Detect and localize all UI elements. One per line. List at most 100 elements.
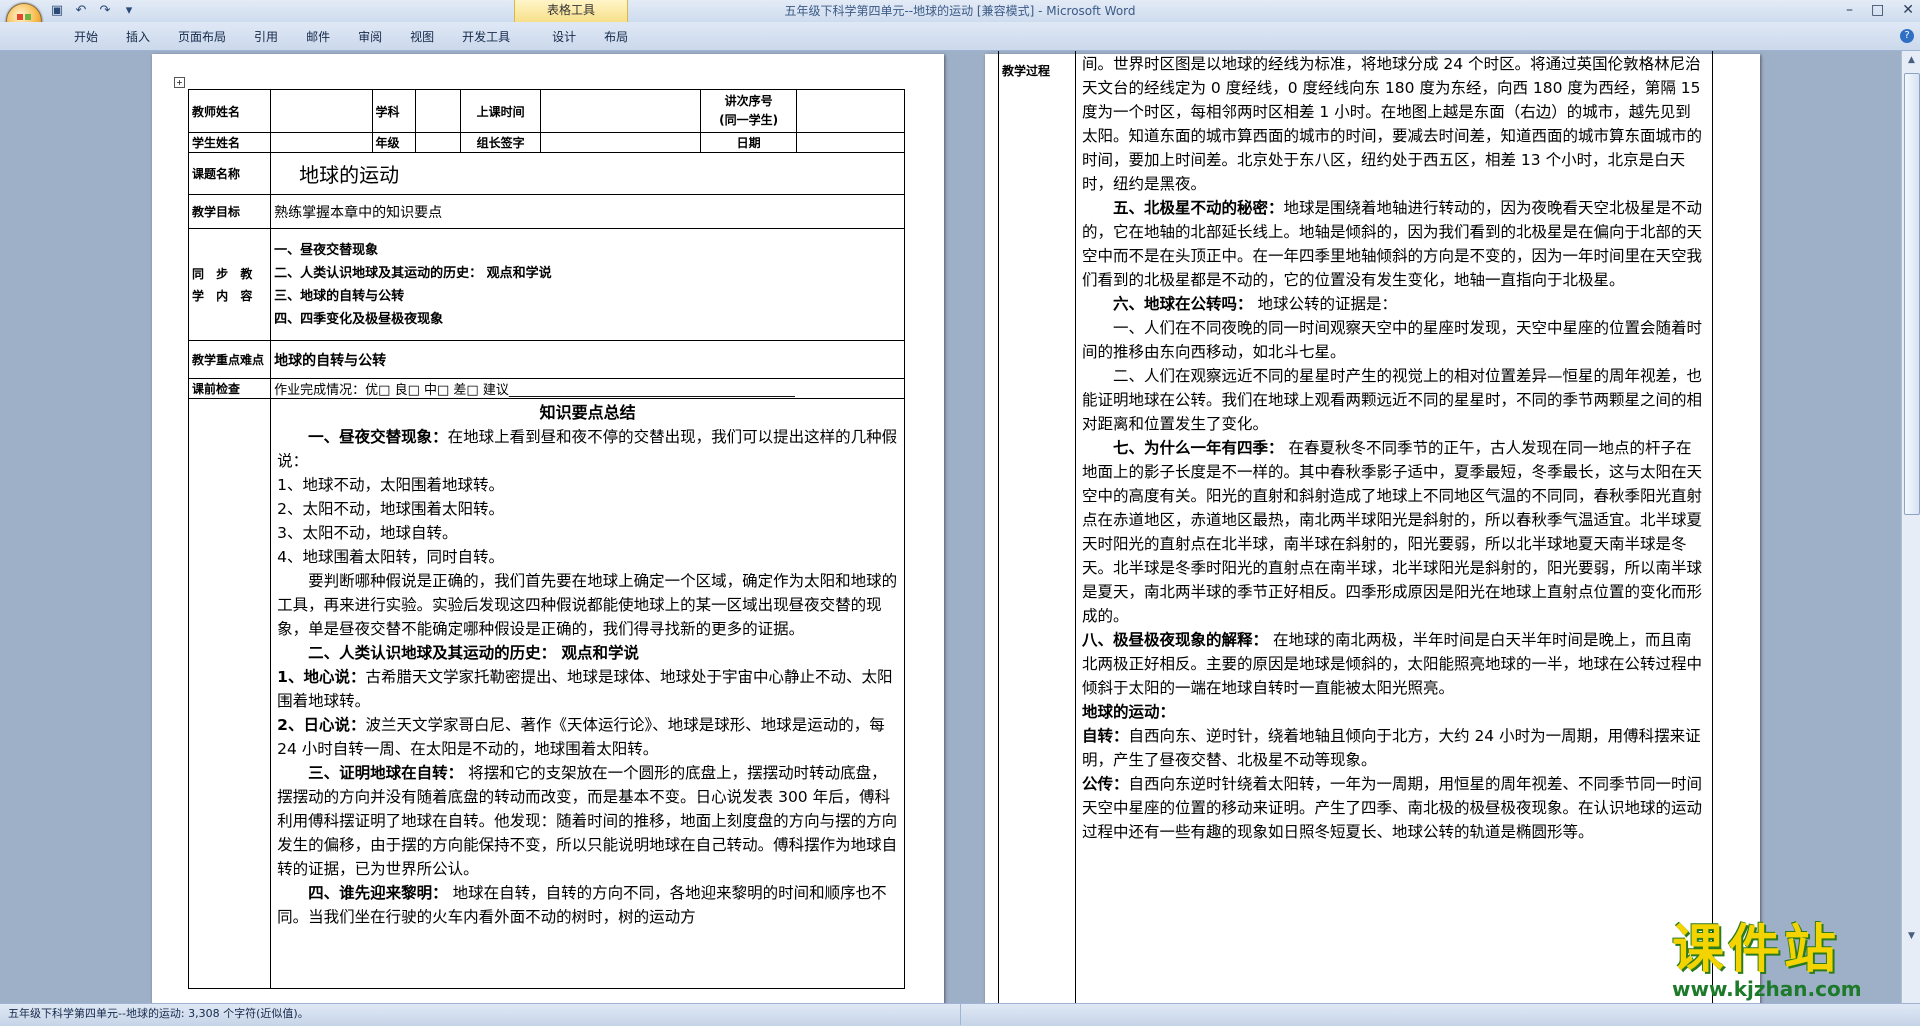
- tab-developer[interactable]: 开发工具: [448, 28, 524, 46]
- paragraph-heading: 公传：: [1082, 775, 1129, 793]
- grade-label: 年级: [371, 132, 417, 153]
- word-count[interactable]: 五年级下科学第四单元--地球的运动: 3,308 个字符(近似值)。: [8, 1007, 309, 1020]
- paragraph: 1、地心说：古希腊天文学家托勒密提出、地球是球体、地球处于宇宙中心静止不动、太阳…: [277, 665, 898, 713]
- knowledge-summary[interactable]: 知识要点总结 一、昼夜交替现象：在地球上看到昼和夜不停的交替出现，我们可以提出这…: [270, 398, 905, 989]
- title-bar: 五年级下科学第四单元--地球的运动 [兼容模式] - Microsoft Wor…: [0, 0, 1920, 22]
- paragraph: 2、日心说：波兰天文学家哥白尼、著作《天体运行论》、地球是球形、地球是运动的，每…: [277, 713, 898, 761]
- date-cell[interactable]: [796, 132, 905, 153]
- summary-body: 一、昼夜交替现象：在地球上看到昼和夜不停的交替出现，我们可以提出这样的几种假说：…: [277, 425, 898, 929]
- process-content[interactable]: 间。世界时区图是以地球的经线为标准，将地球分成 24 个时区。将通过英国伦敦格林…: [1075, 51, 1713, 1003]
- scroll-up-icon[interactable]: ▲: [1905, 55, 1918, 67]
- watermark-url: www.kjzhan.com: [1672, 977, 1862, 1001]
- sync-content[interactable]: 一、昼夜交替现象 二、人类认识地球及其运动的历史： 观点和学说 三、地球的自转与…: [270, 228, 905, 341]
- context-tab-group: 表格工具: [514, 0, 628, 22]
- document-workspace: + 教师姓名 学科 上课时间 讲次序号 (同一学生) 学生姓名 年级 组长签字 日…: [0, 51, 1920, 1003]
- tab-references[interactable]: 引用: [240, 28, 292, 46]
- paragraph: 地球的运动：: [1082, 700, 1706, 724]
- scroll-thumb[interactable]: [1904, 73, 1920, 515]
- process-body: 间。世界时区图是以地球的经线为标准，将地球分成 24 个时区。将通过英国伦敦格林…: [1082, 52, 1706, 844]
- paragraph-heading: 2、日心说：: [277, 716, 366, 734]
- paragraph: 七、为什么一年有四季： 在春夏秋冬不同季节的正午，古人发现在同一地点的杆子在地面…: [1082, 436, 1706, 628]
- teacher-cell[interactable]: [270, 89, 373, 133]
- left-margin-cell: [187, 398, 272, 989]
- goal-value[interactable]: 熟练掌握本章中的知识要点: [270, 194, 905, 229]
- paragraph: 要判断哪种假说是正确的，我们首先要在地球上确定一个区域，确定作为太阳和地球的工具…: [277, 569, 898, 641]
- paragraph-text: 4、地球围着太阳转，同时自转。: [277, 548, 505, 566]
- tab-home[interactable]: 开始: [60, 28, 112, 46]
- paragraph-heading: 三、证明地球在自转：: [308, 764, 464, 782]
- precheck-value[interactable]: 作业完成情况：优□ 良□ 中□ 差□ 建议___________________…: [270, 378, 905, 399]
- tab-mailings[interactable]: 邮件: [292, 28, 344, 46]
- lecture-no-text: 讲次序号: [724, 94, 773, 108]
- paragraph-heading: 地球的运动：: [1082, 703, 1176, 721]
- ribbon-tabs: 开始 插入 页面布局 引用 邮件 审阅 视图 开发工具 设计 布局: [60, 28, 642, 46]
- paragraph: 1、地球不动，太阳围着地球转。: [277, 473, 898, 497]
- paragraph: 一、人们在不同夜晚的同一时间观察天空中的星座时发现，天空中星座的位置会随着时间的…: [1082, 316, 1706, 364]
- tab-view[interactable]: 视图: [396, 28, 448, 46]
- goal-label: 教学目标: [187, 194, 272, 229]
- paragraph-heading: 1、地心说：: [277, 668, 366, 686]
- scroll-down-icon[interactable]: ▼: [1905, 931, 1918, 943]
- quick-access-toolbar: ▣ ↶ ↷ ▾: [48, 3, 138, 19]
- sync-item: 四、四季变化及极昼极夜现象: [274, 311, 444, 327]
- paragraph-text: 在春夏秋冬不同季节的正午，古人发现在同一地点的杆子在地面上的影子长度是不一样的。…: [1082, 439, 1703, 625]
- paragraph-text: 3、太阳不动，地球自转。: [277, 524, 458, 542]
- precheck-label: 课前检查: [187, 378, 272, 399]
- key-label: 教学重点难点: [187, 340, 272, 379]
- paragraph-text: 二、人们在观察远近不同的星星时产生的视觉上的相对位置差异—恒星的周年视差，也能证…: [1082, 367, 1703, 433]
- process-label: 教学过程: [998, 51, 1076, 1003]
- paragraph-heading: 四、谁先迎来黎明：: [308, 884, 448, 902]
- help-icon[interactable]: ?: [1900, 29, 1914, 43]
- tab-page-layout[interactable]: 页面布局: [164, 28, 240, 46]
- key-value[interactable]: 地球的自转与公转: [270, 340, 905, 379]
- student-cell[interactable]: [270, 132, 373, 153]
- lecture-no-label: 讲次序号 (同一学生): [700, 89, 798, 133]
- maximize-icon[interactable]: □: [1871, 2, 1884, 18]
- vertical-scrollbar[interactable]: ▲ ▼: [1901, 51, 1920, 1003]
- sync-item: 二、人类认识地球及其运动的历史： 观点和学说: [274, 265, 552, 281]
- paragraph-text: 自西向东、逆时针，绕着地轴且倾向于北方，大约 24 小时为一周期，用傅科摆来证明…: [1082, 727, 1701, 769]
- subject-cell[interactable]: [415, 89, 462, 133]
- sync-item: 三、地球的自转与公转: [274, 288, 405, 304]
- leader-sign-cell[interactable]: [540, 132, 702, 153]
- tab-review[interactable]: 审阅: [344, 28, 396, 46]
- topic-label: 课题名称: [187, 152, 272, 195]
- paragraph: 二、人类认识地球及其运动的历史： 观点和学说: [277, 641, 898, 665]
- minimize-icon[interactable]: –: [1846, 2, 1853, 18]
- table-move-handle-icon[interactable]: +: [174, 77, 185, 88]
- topic-value[interactable]: 地球的运动: [270, 152, 905, 195]
- lecture-no-cell[interactable]: [796, 89, 905, 133]
- class-time-cell[interactable]: [540, 89, 702, 133]
- grade-cell[interactable]: [415, 132, 462, 153]
- undo-icon[interactable]: ↶: [72, 3, 90, 19]
- paragraph-heading: 八、极昼极夜现象的解释：: [1082, 631, 1269, 649]
- subject-label: 学科: [371, 89, 417, 133]
- watermark-cn: 课件站: [1672, 920, 1841, 980]
- watermark-logo: 课件站 www.kjzhan.com: [1672, 922, 1902, 1002]
- process-table: 教学过程 间。世界时区图是以地球的经线为标准，将地球分成 24 个时区。将通过英…: [998, 51, 1713, 1003]
- paragraph-text: 要判断哪种假说是正确的，我们首先要在地球上确定一个区域，确定作为太阳和地球的工具…: [277, 572, 898, 638]
- tab-design[interactable]: 设计: [538, 28, 590, 46]
- ribbon: 开始 插入 页面布局 引用 邮件 审阅 视图 开发工具 设计 布局 ?: [0, 22, 1920, 51]
- teacher-label: 教师姓名: [187, 89, 272, 133]
- paragraph-text: 2、太阳不动，地球围着太阳转。: [277, 500, 505, 518]
- paragraph-heading: 六、地球在公转吗：: [1113, 295, 1253, 313]
- leader-sign-label: 组长签字: [460, 132, 542, 153]
- paragraph-text: 自西向东逆时针绕着太阳转，一年为一周期，用恒星的周年视差、不同季节同一时间天空中…: [1082, 775, 1703, 841]
- class-time-label: 上课时间: [460, 89, 542, 133]
- paragraph-text: 古希腊天文学家托勒密提出、地球是球体、地球处于宇宙中心静止不动、太阳围着地球转。: [277, 668, 893, 710]
- close-icon[interactable]: ✕: [1902, 2, 1914, 18]
- tab-layout[interactable]: 布局: [590, 28, 642, 46]
- paragraph-text: 地球公转的证据是：: [1252, 295, 1397, 313]
- paragraph-heading: 五、北极星不动的秘密：: [1113, 199, 1284, 217]
- paragraph-heading: 七、为什么一年有四季：: [1113, 439, 1284, 457]
- customize-icon[interactable]: ▾: [120, 3, 138, 19]
- save-icon[interactable]: ▣: [48, 3, 66, 19]
- student-label: 学生姓名: [187, 132, 272, 153]
- paragraph: 五、北极星不动的秘密：地球是围绕着地轴进行转动的，因为夜晚看天空北极星是不动的，…: [1082, 196, 1706, 292]
- paragraph-text: 间。世界时区图是以地球的经线为标准，将地球分成 24 个时区。将通过英国伦敦格林…: [1082, 55, 1703, 193]
- lecture-no-sub: (同一学生): [719, 113, 779, 127]
- paragraph: 4、地球围着太阳转，同时自转。: [277, 545, 898, 569]
- redo-icon[interactable]: ↷: [96, 3, 114, 19]
- tab-insert[interactable]: 插入: [112, 28, 164, 46]
